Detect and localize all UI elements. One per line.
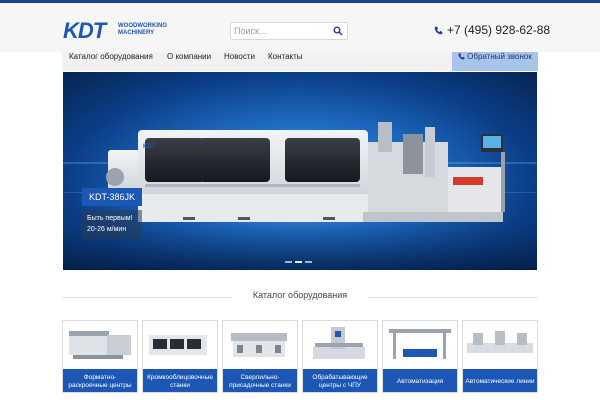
phone-number: +7 (495) 928-62-88 — [447, 23, 551, 37]
automation-image — [383, 321, 457, 369]
edgebander-image — [143, 321, 217, 369]
catalog-section-title: Каталог оборудования — [252, 290, 348, 300]
catalog-card-edgebanders[interactable]: Кромкооблицовочные станки — [142, 320, 218, 393]
phone-icon — [458, 53, 465, 60]
nav-about[interactable]: О компании — [167, 52, 211, 71]
hero-title[interactable]: KDT-386JK — [82, 188, 142, 206]
search-input[interactable] — [234, 24, 330, 38]
slider-dots — [285, 261, 312, 263]
hero-subtitle: Быть первым! 20-26 м/мин — [82, 210, 142, 239]
nav-news[interactable]: Новости — [224, 52, 255, 71]
kdt-logo[interactable]: KDT WOODWORKING MACHINERY — [63, 18, 167, 43]
hero-subtitle-line-1: Быть первым! — [87, 215, 133, 222]
production-line-image — [463, 321, 537, 369]
slider-dot-active[interactable] — [295, 261, 302, 263]
search-box — [230, 22, 348, 40]
machine-brand-text: KDT — [143, 144, 156, 150]
slider-dot[interactable] — [305, 261, 312, 263]
drilling-machine-image — [223, 321, 297, 369]
nav-contacts[interactable]: Контакты — [268, 52, 303, 71]
catalog-card-label: Обрабатывающие центры с ЧПУ — [303, 369, 377, 392]
divider-left — [62, 297, 232, 298]
phone-icon — [434, 26, 443, 34]
catalog-card-label: Сверлильно-присадочные станки — [223, 369, 297, 392]
phone-contact[interactable]: +7 (495) 928-62-88 — [434, 21, 550, 39]
logo-mark: KDT — [63, 18, 106, 43]
catalog-card-label: Кромкооблицовочные станки — [143, 369, 217, 392]
catalog-card-cnc[interactable]: Обрабатывающие центры с ЧПУ — [302, 320, 378, 393]
search-icon[interactable] — [333, 26, 343, 36]
catalog-grid: Форматно-раскроечные центры Кромкооблицо… — [62, 320, 538, 400]
catalog-card-panel-saws[interactable]: Форматно-раскроечные центры — [62, 320, 138, 393]
catalog-card-label: Форматно-раскроечные центры — [63, 369, 137, 392]
callback-label: Обратный звонок — [467, 52, 532, 61]
cnc-router-image — [303, 321, 377, 369]
divider-right — [368, 297, 538, 298]
nav-catalog[interactable]: Каталог оборудования — [69, 52, 153, 71]
catalog-card-lines[interactable]: Автоматические линии — [462, 320, 538, 393]
catalog-card-drilling[interactable]: Сверлильно-присадочные станки — [222, 320, 298, 393]
logo-tagline-2: MACHINERY — [118, 30, 155, 36]
slider-dot[interactable] — [285, 261, 292, 263]
hero-slider[interactable]: KDT — [63, 72, 537, 270]
logo-tagline-1: WOODWORKING — [118, 23, 167, 29]
catalog-card-automation[interactable]: Автоматизация — [382, 320, 458, 393]
hero-subtitle-line-2: 20-26 м/мин — [87, 226, 127, 233]
edgebander-machine-image: KDT — [63, 122, 537, 270]
callback-button[interactable]: Обратный звонок — [452, 52, 538, 71]
catalog-card-label: Автоматизация — [383, 369, 457, 392]
panel-saw-image — [63, 321, 137, 369]
site-header: KDT WOODWORKING MACHINERY +7 (495) 928-6… — [0, 3, 600, 52]
catalog-card-label: Автоматические линии — [463, 369, 537, 392]
